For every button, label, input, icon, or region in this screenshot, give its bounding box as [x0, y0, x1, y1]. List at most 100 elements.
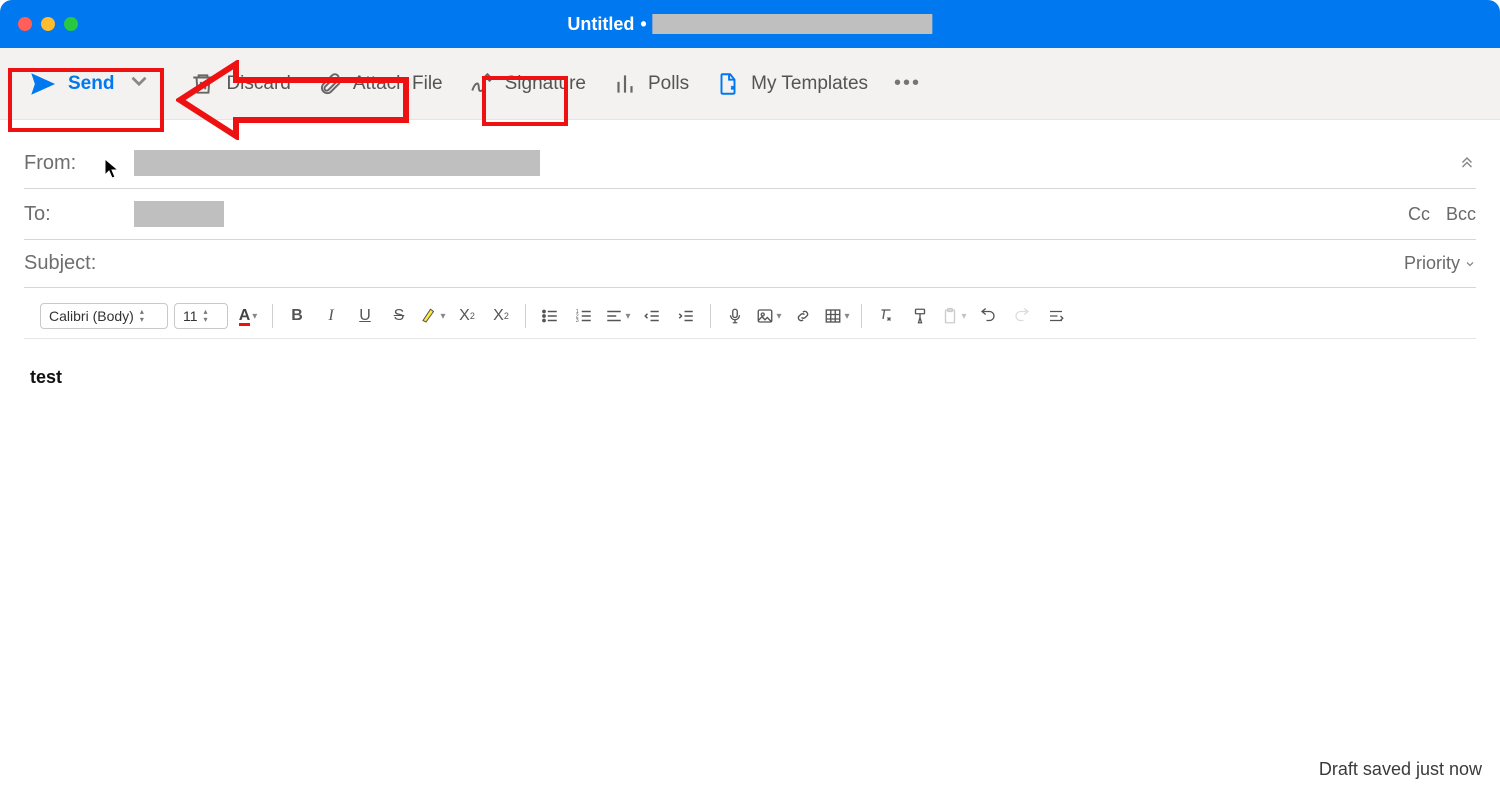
- font-family-value: Calibri (Body): [49, 308, 134, 324]
- paragraph-marks-button[interactable]: [1042, 302, 1070, 330]
- stepper-icon: ▴▾: [204, 308, 208, 324]
- font-size-select[interactable]: 11 ▴▾: [174, 303, 228, 329]
- polls-button[interactable]: Polls: [612, 71, 689, 97]
- subject-input[interactable]: [134, 252, 1404, 275]
- more-options-button[interactable]: •••: [894, 72, 921, 95]
- body-text: test: [30, 367, 62, 387]
- highlighter-icon: [420, 307, 438, 325]
- discard-button[interactable]: Discard: [190, 71, 290, 97]
- subject-row: Subject: Priority: [24, 240, 1476, 288]
- signature-icon: [469, 71, 495, 97]
- undo-icon: [979, 307, 997, 325]
- redo-button[interactable]: [1008, 302, 1036, 330]
- paperclip-icon: [317, 71, 343, 97]
- number-list-button[interactable]: 123: [570, 302, 598, 330]
- from-row: From:: [24, 138, 1476, 189]
- format-painter-button[interactable]: [906, 302, 934, 330]
- indent-icon: [677, 307, 695, 325]
- font-size-value: 11: [183, 308, 198, 324]
- window-title: Untitled •: [567, 14, 932, 35]
- templates-icon: [715, 71, 741, 97]
- collapse-header-icon[interactable]: [1458, 152, 1476, 175]
- highlight-button[interactable]: ▾: [419, 302, 447, 330]
- my-templates-button[interactable]: My Templates: [715, 71, 868, 97]
- microphone-icon: [726, 307, 744, 325]
- indent-button[interactable]: [672, 302, 700, 330]
- attach-file-button[interactable]: Attach File: [317, 71, 443, 97]
- insert-link-button[interactable]: [789, 302, 817, 330]
- trash-icon: [190, 71, 216, 97]
- outdent-button[interactable]: [638, 302, 666, 330]
- polls-icon: [612, 71, 638, 97]
- align-button[interactable]: ▾: [604, 302, 632, 330]
- clipboard-icon: [941, 307, 959, 325]
- templates-label: My Templates: [751, 73, 868, 95]
- main-toolbar: Send Discard Attach File Signature Polls…: [0, 48, 1500, 120]
- title-separator: •: [640, 14, 646, 35]
- chevron-down-icon: [1464, 258, 1476, 270]
- separator: [861, 304, 862, 328]
- signature-button[interactable]: Signature: [469, 71, 586, 97]
- link-icon: [794, 307, 812, 325]
- stepper-icon: ▴▾: [140, 308, 144, 324]
- message-body[interactable]: test: [24, 339, 1476, 679]
- font-color-button[interactable]: A▾: [234, 302, 262, 330]
- subscript-button[interactable]: X2: [487, 302, 515, 330]
- polls-label: Polls: [648, 73, 689, 95]
- from-label: From:: [24, 152, 134, 175]
- signature-label: Signature: [505, 73, 586, 95]
- insert-table-button[interactable]: ▾: [823, 302, 851, 330]
- from-value-redacted[interactable]: [134, 150, 540, 176]
- format-toolbar: Calibri (Body) ▴▾ 11 ▴▾ A▾ B I U S ▾ X2 …: [24, 294, 1476, 339]
- underline-button[interactable]: U: [351, 302, 379, 330]
- dictate-button[interactable]: [721, 302, 749, 330]
- chevron-down-icon: [126, 68, 152, 100]
- clear-formatting-button[interactable]: [872, 302, 900, 330]
- title-account-redacted: [653, 14, 933, 34]
- outdent-icon: [643, 307, 661, 325]
- priority-label: Priority: [1404, 253, 1460, 274]
- redo-icon: [1013, 307, 1031, 325]
- number-list-icon: 123: [575, 307, 593, 325]
- paste-button[interactable]: ▾: [940, 302, 968, 330]
- to-value-redacted[interactable]: [134, 201, 224, 227]
- bcc-button[interactable]: Bcc: [1446, 204, 1476, 225]
- insert-picture-button[interactable]: ▾: [755, 302, 783, 330]
- title-text: Untitled: [567, 14, 634, 35]
- picture-icon: [756, 307, 774, 325]
- traffic-lights: [0, 17, 78, 31]
- bullet-list-button[interactable]: [536, 302, 564, 330]
- separator: [525, 304, 526, 328]
- separator: [710, 304, 711, 328]
- separator: [272, 304, 273, 328]
- align-icon: [605, 307, 623, 325]
- superscript-button[interactable]: X2: [453, 302, 481, 330]
- strikethrough-button[interactable]: S: [385, 302, 413, 330]
- bold-button[interactable]: B: [283, 302, 311, 330]
- priority-button[interactable]: Priority: [1404, 253, 1476, 274]
- table-icon: [824, 307, 842, 325]
- send-button[interactable]: Send: [18, 62, 164, 106]
- window-titlebar: Untitled •: [0, 0, 1500, 48]
- paint-icon: [911, 307, 929, 325]
- compose-area: From: To: Cc Bcc Subject: Priority Calib…: [0, 120, 1500, 679]
- bullet-list-icon: [541, 307, 559, 325]
- paragraph-icon: [1047, 307, 1065, 325]
- discard-label: Discard: [226, 73, 290, 95]
- to-row: To: Cc Bcc: [24, 189, 1476, 240]
- font-family-select[interactable]: Calibri (Body) ▴▾: [40, 303, 168, 329]
- svg-text:3: 3: [576, 318, 579, 324]
- to-label: To:: [24, 203, 134, 226]
- send-label: Send: [68, 73, 114, 95]
- close-window-button[interactable]: [18, 17, 32, 31]
- clear-format-icon: [877, 307, 895, 325]
- minimize-window-button[interactable]: [41, 17, 55, 31]
- status-bar: Draft saved just now: [1319, 759, 1482, 780]
- italic-button[interactable]: I: [317, 302, 345, 330]
- undo-button[interactable]: [974, 302, 1002, 330]
- attach-label: Attach File: [353, 73, 443, 95]
- maximize-window-button[interactable]: [64, 17, 78, 31]
- cc-button[interactable]: Cc: [1408, 204, 1430, 225]
- subject-label: Subject:: [24, 252, 134, 275]
- send-icon: [30, 71, 56, 97]
